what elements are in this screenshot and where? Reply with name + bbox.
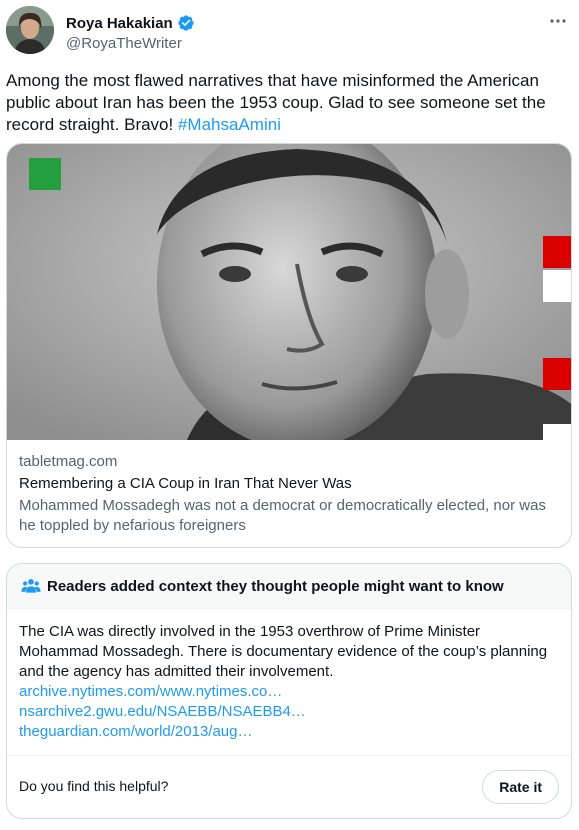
- note-link[interactable]: archive.nytimes.com/www.nytimes.co…: [19, 682, 559, 702]
- tweet-header: Roya Hakakian @RoyaTheWriter: [6, 6, 573, 58]
- hashtag-link[interactable]: #MahsaAmini: [178, 115, 281, 134]
- verified-badge-icon[interactable]: [177, 14, 195, 32]
- community-note: Readers added context they thought peopl…: [6, 563, 572, 819]
- card-body[interactable]: tabletmag.com Remembering a CIA Coup in …: [19, 451, 559, 536]
- community-note-text: The CIA was directly involved in the 195…: [19, 623, 548, 680]
- card-image[interactable]: [7, 144, 571, 449]
- cut-off-next-text: [6, 822, 573, 830]
- card-title: Remembering a CIA Coup in Iran That Neve…: [19, 475, 352, 492]
- card-description: Mohammed Mossadegh was not a democrat or…: [19, 497, 546, 534]
- note-link[interactable]: nsarchive2.gwu.edu/NSAEBB/NSAEBB4…: [19, 702, 559, 722]
- avatar[interactable]: [6, 6, 54, 54]
- author-name[interactable]: Roya Hakakian: [66, 15, 173, 32]
- helpful-prompt: Do you find this helpful?: [19, 778, 169, 794]
- tweet-text: Among the most flawed narratives that ha…: [6, 70, 573, 136]
- community-note-title: Readers added context they thought peopl…: [47, 577, 504, 595]
- rate-it-button[interactable]: Rate it: [482, 770, 559, 804]
- author-handle[interactable]: @RoyaTheWriter: [66, 35, 182, 52]
- portrait-photo-icon: [7, 144, 571, 449]
- community-note-header: Readers added context they thought peopl…: [7, 564, 571, 609]
- more-options-icon[interactable]: [545, 10, 571, 32]
- note-link[interactable]: theguardian.com/world/2013/aug…: [19, 722, 559, 742]
- community-note-body: The CIA was directly involved in the 195…: [19, 622, 559, 742]
- avatar-photo-icon: [6, 6, 54, 54]
- link-preview-card[interactable]: tabletmag.com Remembering a CIA Coup in …: [6, 143, 572, 548]
- community-note-footer: Do you find this helpful? Rate it: [7, 755, 571, 818]
- people-icon: [21, 579, 41, 593]
- card-domain: tabletmag.com: [19, 453, 118, 470]
